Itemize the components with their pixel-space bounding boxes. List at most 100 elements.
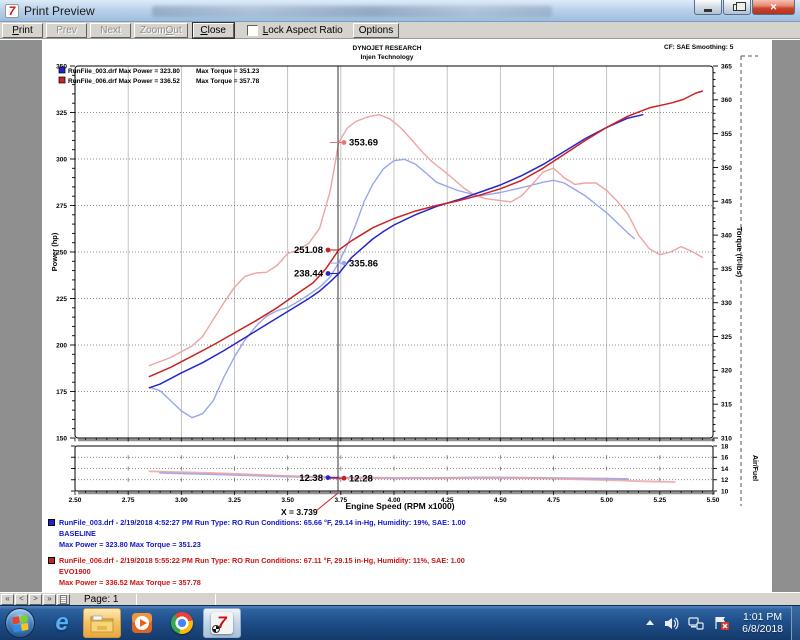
chart-title: DYNOJET RESEARCH: [353, 45, 422, 52]
prev-page-button[interactable]: <: [15, 594, 28, 605]
torque-tick-label: 330: [721, 300, 732, 307]
airfuel-axis-title: Air/Fuel: [751, 455, 758, 481]
preview-page: 1501752002252502753003253503103153203253…: [0, 40, 800, 592]
window-title: Print Preview: [24, 4, 95, 18]
rpm-tick-label: 2.50: [69, 497, 82, 504]
redacted-title-text: [152, 6, 552, 17]
toolbar: Print Prev Next Zoom Out Close Lock Aspe…: [0, 22, 800, 39]
callout-value: 251.08: [294, 245, 323, 256]
torque-tick-label: 310: [721, 435, 732, 442]
legend-label: RunFile_006.drf Max Power = 336.52: [68, 78, 180, 85]
airfuel-tick-label: 12: [721, 477, 729, 484]
options-button[interactable]: Options: [353, 23, 399, 38]
next-button[interactable]: Next: [90, 23, 131, 38]
power-tick-label: 150: [56, 435, 67, 442]
hidden-icons-arrow-icon[interactable]: [645, 619, 655, 627]
start-button[interactable]: [5, 608, 35, 638]
power-axis-title: Power (hp): [50, 232, 59, 271]
callout-value: 335.86: [349, 258, 378, 269]
taskbar-item-internet-explorer[interactable]: e: [43, 608, 81, 638]
run2-file-line: RunFile_006.drf - 2/19/2018 5:55:22 PM R…: [59, 556, 465, 565]
torque-tick-label: 345: [721, 199, 732, 206]
torque-tick-label: 315: [721, 401, 732, 408]
legend-label: Max Torque = 357.78: [196, 78, 260, 85]
folder-icon: [90, 613, 114, 633]
print-button[interactable]: Print: [2, 23, 43, 38]
status-separator: [215, 594, 216, 605]
clock-time: 1:01 PM: [742, 611, 783, 623]
windows-logo-icon: [12, 615, 29, 634]
volume-icon[interactable]: [664, 617, 679, 630]
lock-aspect-ratio-label: Lock Aspect Ratio: [263, 25, 343, 36]
torque-tick-label: 340: [721, 232, 732, 239]
torque-tick-label: 355: [721, 131, 732, 138]
app-icon: 7: [5, 4, 19, 18]
torque-axis-title: Torque (ft-lbs): [735, 227, 744, 278]
run2-name-line: EVO1900: [48, 566, 748, 577]
rpm-tick-label: 3.00: [175, 497, 188, 504]
rpm-tick-label: 5.50: [707, 497, 720, 504]
status-bar: « < > » Page: 1: [0, 592, 800, 605]
title-bar[interactable]: 7 Print Preview ✕: [0, 0, 800, 22]
run-info-block: RunFile_003.drf - 2/19/2018 4:52:27 PM R…: [48, 517, 748, 588]
callout-dot: [326, 271, 331, 276]
taskbar-item-dynojet-winpep[interactable]: 7: [203, 608, 241, 638]
run1-name-line: BASELINE: [48, 528, 748, 539]
zoom-out-button[interactable]: Zoom Out: [134, 23, 188, 38]
rpm-tick-label: 5.25: [654, 497, 667, 504]
restore-icon: [733, 4, 741, 11]
media-player-icon: [131, 612, 153, 634]
lock-aspect-ratio-checkbox[interactable]: Lock Aspect Ratio: [247, 25, 343, 36]
dyno-chart: 1501752002252502753003253503103153203253…: [0, 40, 800, 592]
callout-dot: [326, 475, 331, 480]
first-page-button[interactable]: «: [1, 594, 14, 605]
rpm-tick-label: 4.50: [494, 497, 507, 504]
callout-value: 353.69: [349, 138, 378, 149]
rpm-tick-label: 5.00: [600, 497, 613, 504]
series-airfuel-runfile006: [149, 471, 674, 482]
torque-tick-label: 350: [721, 165, 732, 172]
taskbar-item-file-explorer[interactable]: [83, 608, 121, 638]
prev-button[interactable]: Prev: [46, 23, 87, 38]
status-separator: [136, 594, 137, 605]
minimize-button[interactable]: [694, 0, 722, 15]
action-center-flag-icon[interactable]: [713, 616, 729, 630]
checkbox-box[interactable]: [247, 25, 258, 36]
close-preview-button[interactable]: Close: [193, 23, 234, 38]
network-icon[interactable]: [688, 617, 704, 630]
run1-swatch: [48, 519, 55, 526]
legend-label: RunFile_003.drf Max Power = 323.80: [68, 68, 180, 75]
restore-button[interactable]: [723, 0, 751, 15]
rpm-tick-label: 2.75: [122, 497, 135, 504]
show-desktop-button[interactable]: [791, 606, 800, 640]
series-power-runfile006: [149, 91, 702, 377]
taskbar: e 7: [0, 605, 800, 640]
torque-tick-label: 320: [721, 368, 732, 375]
series-torque-runfile003: [149, 159, 634, 417]
close-window-button[interactable]: ✕: [752, 0, 795, 15]
rpm-tick-label: 3.50: [281, 497, 294, 504]
next-page-button[interactable]: >: [29, 594, 42, 605]
airfuel-tick-label: 18: [721, 443, 729, 450]
power-tick-label: 325: [56, 110, 67, 117]
power-tick-label: 200: [56, 342, 67, 349]
x-axis-title: Engine Speed (RPM x1000): [345, 501, 454, 511]
torque-tick-label: 360: [721, 97, 732, 104]
last-page-button[interactable]: »: [43, 594, 56, 605]
chart-subtitle: Injen Technology: [361, 54, 414, 61]
taskbar-item-chrome[interactable]: [163, 608, 201, 638]
taskbar-item-windows-media-player[interactable]: [123, 608, 161, 638]
print-preview-window: 7 Print Preview ✕ Print Prev Next Zoom O…: [0, 0, 800, 640]
system-tray: 1:01 PM 6/8/2018: [645, 611, 791, 635]
run2-stats-line: Max Power = 336.52 Max Torque = 357.78: [48, 577, 748, 588]
series-power-runfile003: [149, 115, 642, 388]
callout-value: 12.28: [349, 473, 373, 484]
callout-dot: [326, 248, 331, 253]
taskbar-clock[interactable]: 1:01 PM 6/8/2018: [742, 611, 783, 635]
series-torque-runfile006: [149, 115, 702, 366]
airfuel-tick-label: 16: [721, 455, 729, 462]
power-tick-label: 300: [56, 156, 67, 163]
chrome-icon: [171, 612, 193, 634]
page-list-button[interactable]: [57, 594, 70, 605]
power-tick-label: 175: [56, 389, 67, 396]
